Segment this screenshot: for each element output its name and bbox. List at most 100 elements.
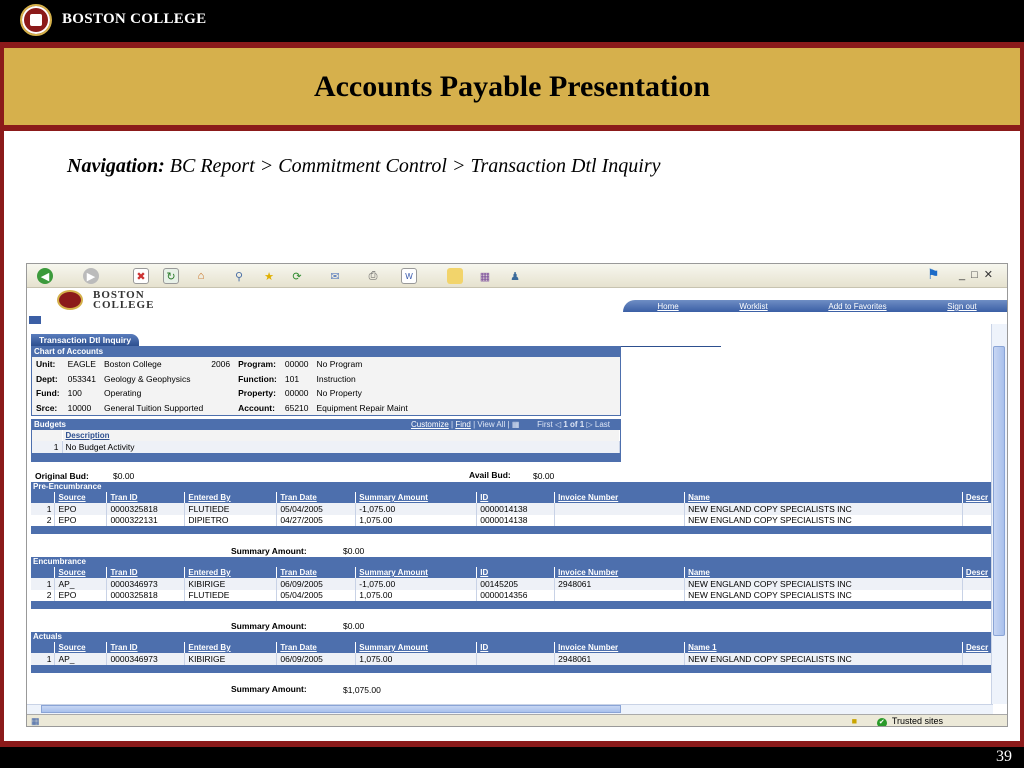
column-header[interactable]: Entered By (184, 567, 278, 578)
last-link[interactable]: Last (595, 420, 610, 429)
chart-of-accounts-section: Chart of Accounts Unit: EAGLE Boston Colle… (31, 346, 621, 416)
print-icon[interactable]: ⎙ (365, 268, 381, 284)
table-cell: AP_ (54, 653, 108, 665)
brand-name: BOSTON COLLEGE (62, 11, 207, 27)
descr-cell (962, 653, 994, 665)
table-cell (476, 653, 556, 665)
horizontal-scroll-thumb[interactable] (41, 705, 621, 713)
messenger-icon[interactable]: ♟ (507, 268, 523, 284)
research-icon[interactable]: ▦ (477, 268, 493, 284)
column-header[interactable]: Descr (962, 567, 994, 578)
history-icon[interactable]: ⟳ (289, 268, 305, 284)
top-bar: BOSTON COLLEGE (0, 0, 1024, 42)
vertical-scroll-thumb[interactable] (993, 346, 1005, 636)
windows-logo-icon: ⚑ (927, 266, 940, 282)
coa-cell-y (207, 372, 234, 387)
table-row: 2 EPO 0000325818 FLUTIEDE 05/04/2005 1,075.00… (31, 589, 994, 601)
encumbrance-section: Encumbrance Source Tran ID Entered By Tran … (31, 557, 994, 609)
mail-icon[interactable]: ✉ (327, 268, 343, 284)
column-header[interactable]: Summary Amount (355, 567, 478, 578)
column-header[interactable]: ID (476, 567, 556, 578)
coa-cell-y (207, 401, 234, 416)
menu-toggle-icon[interactable] (29, 316, 41, 324)
coa-cell-v1: 053341 (67, 373, 96, 384)
column-header[interactable]: Descr (962, 492, 994, 503)
column-header[interactable]: Source (54, 492, 108, 503)
trusted-sites-zone: Trusted sites (877, 716, 943, 726)
home-icon[interactable]: ⌂ (193, 268, 209, 284)
coa-cell-y (207, 386, 234, 401)
column-header[interactable]: Tran Date (276, 567, 357, 578)
customize-link[interactable]: Customize (411, 420, 449, 429)
window-controls[interactable]: _□✕ (959, 268, 999, 281)
actuals-table: Source Tran ID Entered By Tran Date Summary … (31, 642, 994, 665)
column-header[interactable]: Tran Date (276, 642, 357, 653)
favorites-icon[interactable]: ★ (261, 268, 277, 284)
coa-cell-d2: Equipment Repair Maint (316, 402, 408, 413)
home-link[interactable]: Home (657, 302, 678, 311)
column-header[interactable]: ID (476, 492, 556, 503)
refresh-icon[interactable]: ↻ (163, 268, 179, 284)
column-header[interactable]: Entered By (184, 642, 278, 653)
navigation-label: Navigation: (67, 155, 165, 177)
table-cell: EPO (54, 589, 108, 601)
column-header[interactable]: Tran Date (276, 492, 357, 503)
column-header[interactable]: Source (54, 567, 108, 578)
column-header[interactable]: Summary Amount (355, 642, 478, 653)
slide: BOSTON COLLEGE Accounts Payable Presenta… (0, 0, 1024, 768)
column-header[interactable]: Entered By (184, 492, 278, 503)
table-cell: NEW ENGLAND COPY SPECIALISTS INC (684, 653, 963, 665)
budget-row-desc: No Budget Activity (62, 441, 620, 453)
tab-transaction-dtl-inquiry[interactable]: Transaction Dtl Inquiry (31, 334, 140, 346)
column-header[interactable]: Invoice Number (554, 642, 686, 653)
find-link[interactable]: Find (455, 420, 471, 429)
column-header[interactable]: Name 1 (684, 642, 963, 653)
coa-cell-l1: Dept: (36, 373, 58, 384)
column-header[interactable]: Tran ID (106, 492, 186, 503)
coa-cell-l1: Fund: (36, 388, 60, 399)
sign-out-link[interactable]: Sign out (947, 302, 976, 311)
coa-cell-v2: 00000 (284, 388, 309, 399)
table-cell: 2 (31, 589, 56, 601)
table-row: 1 EPO 0000325818 FLUTIEDE 05/04/2005 -1,075.0… (31, 503, 994, 515)
table-cell: NEW ENGLAND COPY SPECIALISTS INC (684, 578, 963, 590)
column-header[interactable]: Descr (962, 642, 994, 653)
column-header[interactable]: Summary Amount (355, 492, 478, 503)
table-cell: KIBIRIGE (184, 578, 278, 590)
table-row: 1 AP_ 0000346973 KIBIRIGE 06/09/2005 1,075.00… (31, 653, 994, 665)
column-header[interactable]: Tran ID (106, 567, 186, 578)
prev-icon[interactable]: ◁ (555, 420, 561, 429)
column-header[interactable]: Tran ID (106, 642, 186, 653)
folder-icon[interactable] (447, 268, 463, 284)
column-header[interactable]: Name (684, 492, 963, 503)
row-range: 1 of 1 (563, 420, 585, 429)
column-header[interactable]: Invoice Number (554, 492, 686, 503)
edit-icon[interactable]: W (401, 268, 417, 284)
description-column-header[interactable]: Description (62, 430, 620, 441)
budgets-title: Budgets (34, 420, 66, 429)
column-header[interactable]: ID (476, 642, 556, 653)
column-header[interactable]: Source (54, 642, 108, 653)
add-to-favorites-link[interactable]: Add to Favorites (828, 302, 886, 311)
search-icon[interactable]: ⚲ (231, 268, 247, 284)
descr-cell (962, 578, 994, 590)
coa-cell-v2: 65210 (284, 402, 309, 413)
stop-icon[interactable]: ✖ (133, 268, 149, 284)
worklist-link[interactable]: Worklist (739, 302, 767, 311)
first-link[interactable]: First (537, 420, 553, 429)
view-all-link[interactable]: View All (477, 420, 505, 429)
coa-cell-l1: Srce: (36, 402, 58, 413)
column-header[interactable]: Invoice Number (554, 567, 686, 578)
column-header[interactable]: Name (684, 567, 963, 578)
row-number-header (31, 642, 56, 653)
coa-cell-y: 2006 (211, 359, 231, 370)
table-cell: 0000014138 (476, 514, 556, 526)
back-icon[interactable]: ◀ (37, 268, 53, 284)
table-cell: 2 (31, 514, 56, 526)
forward-icon[interactable]: ▶ (83, 268, 99, 284)
table-cell: NEW ENGLAND COPY SPECIALISTS INC (684, 589, 963, 601)
coa-cell-d2: No Program (316, 359, 363, 370)
grid-icon[interactable]: ▦ (512, 420, 520, 429)
next-icon[interactable]: ▷ (586, 420, 592, 429)
coa-cell-v1: 100 (67, 388, 82, 399)
